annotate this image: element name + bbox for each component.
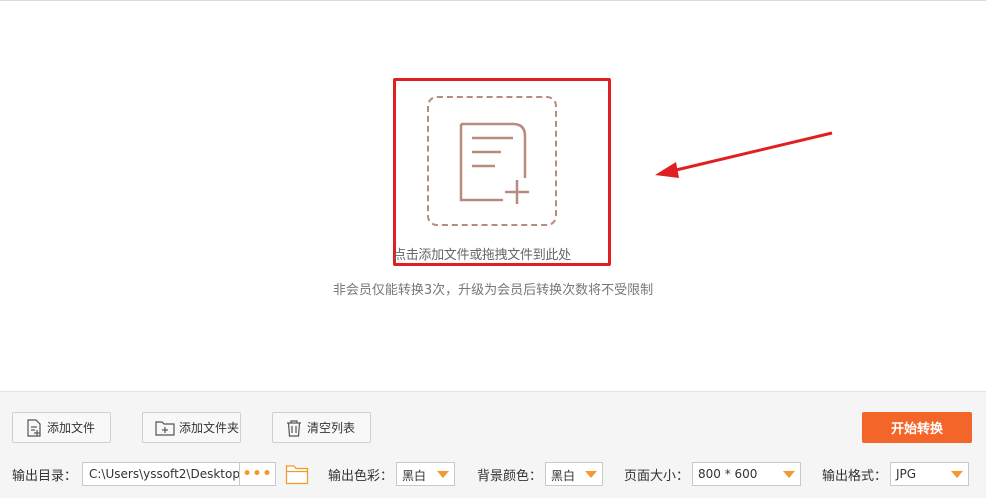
chevron-down-icon — [437, 471, 449, 478]
output-color-label: 输出色彩： — [328, 469, 394, 484]
clear-list-button[interactable]: 清空列表 — [272, 412, 371, 443]
add-file-icon — [27, 418, 41, 437]
clear-list-label: 清空列表 — [307, 421, 356, 435]
bg-color-value: 黑白 — [551, 469, 576, 483]
output-format-value: JPG — [896, 467, 917, 481]
chevron-down-icon — [951, 471, 963, 478]
add-folder-button[interactable]: 添加文件夹 — [142, 412, 241, 443]
add-folder-label: 添加文件夹 — [179, 421, 240, 435]
start-convert-button[interactable]: 开始转换 — [862, 412, 972, 443]
output-format-select[interactable]: JPG — [890, 462, 969, 486]
output-dir-label: 输出目录： — [12, 469, 78, 484]
bg-color-select[interactable]: 黑白 — [545, 462, 603, 486]
folder-icon[interactable] — [285, 462, 309, 486]
add-folder-icon — [155, 420, 175, 436]
output-color-select[interactable]: 黑白 — [396, 462, 455, 486]
page-size-select[interactable]: 800 * 600 — [692, 462, 801, 486]
chevron-down-icon — [783, 471, 795, 478]
add-file-label: 添加文件 — [47, 421, 96, 435]
page-size-value: 800 * 600 — [698, 467, 758, 481]
trash-icon — [287, 419, 301, 437]
chevron-down-icon — [585, 471, 597, 478]
page-size-label: 页面大小： — [624, 469, 690, 484]
add-file-button[interactable]: 添加文件 — [12, 412, 111, 443]
output-dir-field[interactable]: C:\Users\yssoft2\Desktop\ — [82, 462, 240, 486]
bottom-panel: 添加文件 添加文件夹 清空列表 开始转换 输出目录： C:\Users\ysso… — [0, 391, 986, 498]
output-format-label: 输出格式： — [822, 469, 888, 484]
browse-more-button[interactable]: ••• — [240, 462, 276, 486]
output-color-value: 黑白 — [402, 469, 427, 483]
bg-color-label: 背景颜色： — [477, 469, 543, 484]
